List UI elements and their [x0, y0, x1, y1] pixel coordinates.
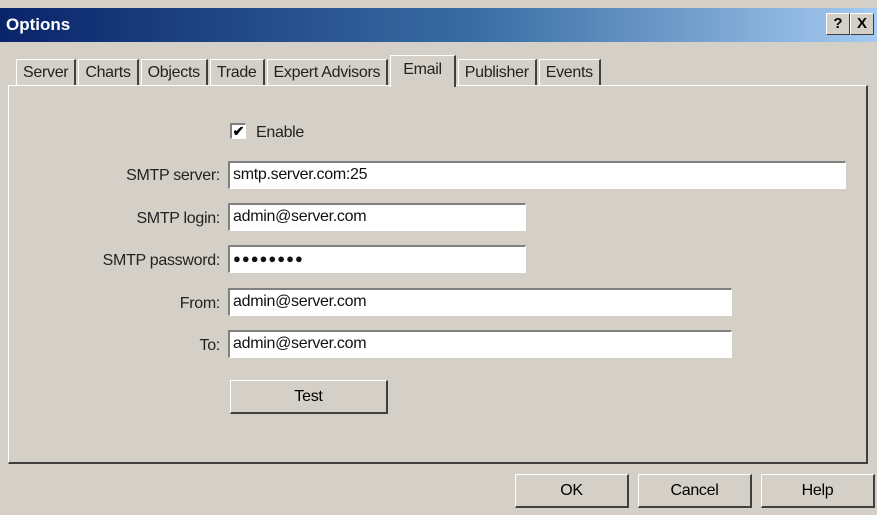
- tab-expert-advisors[interactable]: Expert Advisors: [266, 59, 389, 86]
- smtp-login-label: SMTP login:: [136, 210, 220, 227]
- to-label: To:: [199, 337, 221, 354]
- tab-events[interactable]: Events: [538, 59, 601, 86]
- smtp-password-label: SMTP password:: [102, 252, 221, 269]
- help-title-button[interactable]: ?: [826, 13, 850, 35]
- smtp-server-input[interactable]: smtp.server.com:25: [228, 161, 846, 189]
- to-input[interactable]: admin@server.com: [228, 330, 732, 358]
- enable-checkbox[interactable]: ✔: [230, 123, 246, 139]
- from-input[interactable]: admin@server.com: [228, 288, 732, 316]
- cancel-button[interactable]: Cancel: [638, 474, 752, 508]
- tab-trade[interactable]: Trade: [209, 59, 265, 86]
- window-title: Options: [6, 15, 71, 34]
- smtp-server-label: SMTP server:: [126, 167, 220, 184]
- options-dialog: Options ? X Server Charts Objects Trade …: [0, 0, 877, 515]
- tab-strip: Server Charts Objects Trade Expert Advis…: [16, 54, 603, 87]
- smtp-password-input[interactable]: ●●●●●●●●: [228, 245, 526, 273]
- help-button[interactable]: Help: [761, 474, 875, 508]
- tab-server[interactable]: Server: [16, 59, 77, 86]
- enable-label: Enable: [256, 124, 305, 141]
- email-tab-panel: [8, 85, 868, 464]
- smtp-login-input[interactable]: admin@server.com: [228, 203, 526, 231]
- tab-publisher[interactable]: Publisher: [457, 59, 537, 86]
- tab-email[interactable]: Email: [390, 55, 456, 87]
- close-title-button[interactable]: X: [850, 13, 874, 35]
- tab-objects[interactable]: Objects: [140, 59, 208, 86]
- tab-charts[interactable]: Charts: [78, 59, 139, 86]
- title-bar: Options ? X: [0, 8, 877, 42]
- from-label: From:: [179, 295, 221, 312]
- ok-button[interactable]: OK: [515, 474, 629, 508]
- test-button[interactable]: Test: [230, 380, 388, 414]
